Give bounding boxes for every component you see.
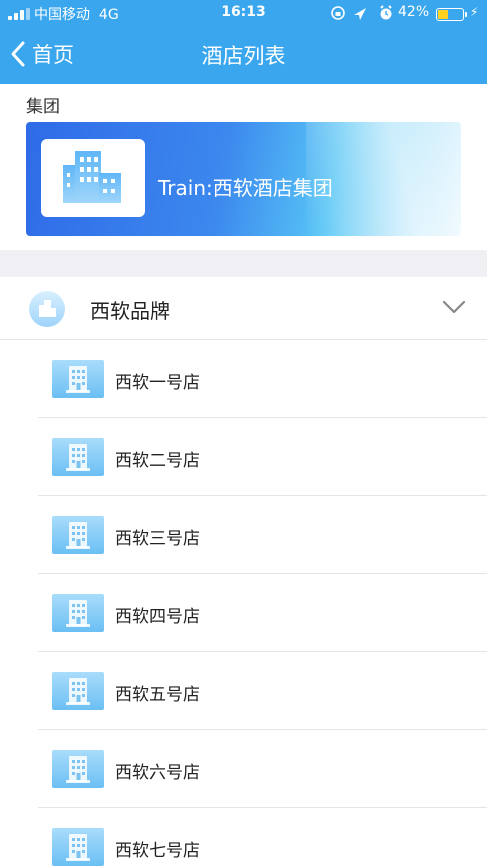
hotel-name: 西软一号店 (115, 373, 200, 393)
hotel-list-item[interactable]: 西软一号店 (0, 340, 487, 418)
group-section-label: 集团 (26, 97, 60, 117)
hotel-thumbnail-icon (52, 672, 104, 710)
brand-row[interactable]: 西软品牌 (0, 277, 487, 340)
building-logo-icon (41, 139, 145, 217)
hotel-list-item[interactable]: 西软四号店 (0, 574, 487, 652)
hotel-thumbnail-icon (52, 750, 104, 788)
alarm-icon (380, 5, 392, 20)
hotel-list-item[interactable]: 西软七号店 (0, 808, 487, 866)
location-icon (354, 8, 366, 20)
hotel-list-item[interactable]: 西软六号店 (0, 730, 487, 808)
battery-percent: 42% (398, 4, 430, 20)
orientation-lock-icon (331, 6, 345, 20)
battery-icon (436, 8, 467, 21)
navigation-bar: 首页 酒店列表 (0, 28, 487, 84)
hotel-thumbnail-icon (52, 438, 104, 476)
hotel-name: 西软四号店 (115, 607, 200, 627)
chevron-down-icon[interactable] (441, 299, 467, 315)
hotel-list-item[interactable]: 西软三号店 (0, 496, 487, 574)
group-name: Train:西软酒店集团 (158, 176, 333, 200)
group-banner[interactable]: Train:西软酒店集团 (26, 122, 461, 236)
hotel-name: 西软七号店 (115, 841, 200, 861)
hotel-list-item[interactable]: 西软二号店 (0, 418, 487, 496)
hotel-name: 西软五号店 (115, 685, 200, 705)
hotel-thumbnail-icon (52, 828, 104, 866)
brand-name: 西软品牌 (90, 299, 170, 323)
charging-icon: ⚡ (470, 5, 479, 19)
hotel-name: 西软六号店 (115, 763, 200, 783)
hotel-thumbnail-icon (52, 516, 104, 554)
hotel-list-item[interactable]: 西软五号店 (0, 652, 487, 730)
top-bar: 中国移动 4G 16:13 42% ⚡ 首页 酒店列表 (0, 0, 487, 84)
page-title: 酒店列表 (201, 44, 286, 68)
brand-building-icon (29, 291, 65, 327)
status-bar: 中国移动 4G 16:13 42% ⚡ (0, 0, 487, 28)
hotel-thumbnail-icon (52, 360, 104, 398)
hotel-name: 西软二号店 (115, 451, 200, 471)
hotel-thumbnail-icon (52, 594, 104, 632)
hotel-name: 西软三号店 (115, 529, 200, 549)
section-divider (0, 250, 487, 277)
